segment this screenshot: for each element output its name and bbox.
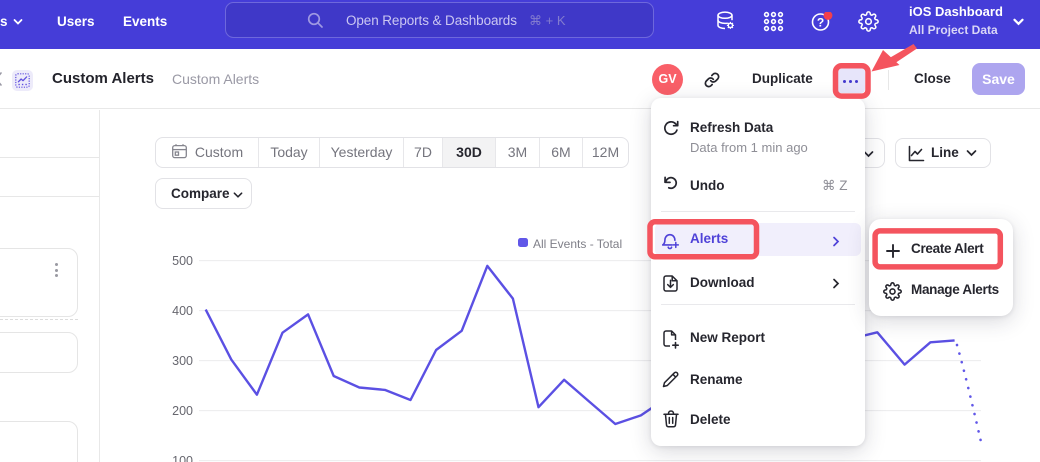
svg-text:300: 300 — [172, 354, 193, 368]
svg-text:500: 500 — [172, 254, 193, 268]
svg-text:100: 100 — [172, 454, 193, 462]
svg-text:?: ? — [817, 16, 824, 30]
svg-text:200: 200 — [172, 404, 193, 418]
svg-text:400: 400 — [172, 304, 193, 318]
